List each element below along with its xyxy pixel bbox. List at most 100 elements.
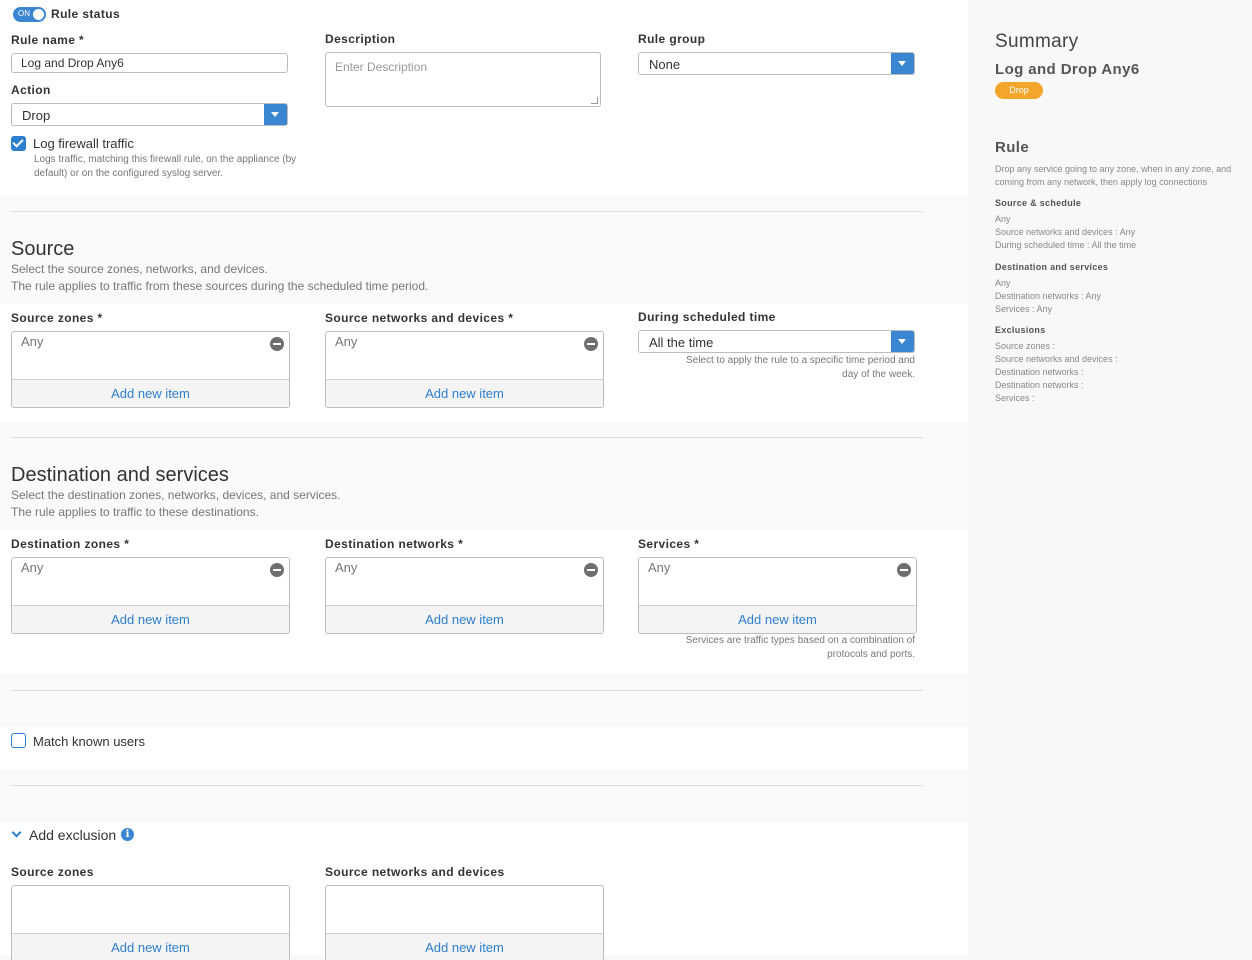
match-users-checkbox[interactable] (11, 733, 26, 748)
list-item: Any (21, 560, 44, 575)
summary-source-schedule-title: Source & schedule (995, 198, 1082, 208)
summary-line: Services : Any (995, 304, 1053, 314)
chevron-down-icon[interactable] (891, 53, 914, 74)
services-help-line1: Services are traffic types based on a co… (685, 635, 915, 646)
log-traffic-label: Log firewall traffic (33, 136, 134, 151)
users-band (0, 727, 968, 770)
add-new-item-button[interactable]: Add new item (326, 379, 603, 407)
summary-exclusions-title: Exclusions (995, 325, 1046, 335)
destination-networks-label: Destination networks * (325, 537, 464, 551)
services-help: Services are traffic types based on a co… (638, 634, 915, 662)
log-traffic-checkbox[interactable] (11, 136, 26, 151)
remove-icon[interactable] (270, 563, 284, 577)
schedule-label: During scheduled time (638, 310, 776, 324)
summary-destination-services-title: Destination and services (995, 262, 1109, 272)
schedule-help: Select to apply the rule to a specific t… (638, 354, 915, 382)
divider (11, 690, 923, 691)
rule-group-value: None (649, 57, 681, 72)
rule-status-toggle[interactable]: ON (13, 7, 46, 22)
source-desc-line1: Select the source zones, networks, and d… (11, 262, 268, 276)
exclusion-source-networks-label: Source networks and devices (325, 865, 505, 879)
add-exclusion-toggle[interactable]: Add exclusion (29, 827, 116, 843)
chevron-down-icon[interactable] (264, 104, 287, 125)
add-new-item-button[interactable]: Add new item (326, 605, 603, 633)
remove-icon[interactable] (897, 563, 911, 577)
destination-zones-label: Destination zones * (11, 537, 130, 551)
log-traffic-help-line1: Logs traffic, matching this firewall rul… (34, 154, 297, 165)
description-textarea[interactable]: Enter Description (325, 52, 601, 107)
source-networks-label: Source networks and devices * (325, 311, 514, 325)
add-new-item-button[interactable]: Add new item (12, 379, 289, 407)
toggle-on-text: ON (18, 9, 30, 18)
remove-icon[interactable] (270, 337, 284, 351)
rule-name-input[interactable]: Log and Drop Any6 (11, 53, 288, 73)
source-description: Select the source zones, networks, and d… (11, 261, 428, 294)
rule-status-label: Rule status (51, 7, 121, 21)
summary-line: Any (995, 214, 1011, 224)
source-desc-line2: The rule applies to traffic from these s… (11, 278, 429, 293)
schedule-value: All the time (649, 335, 714, 350)
services-list: Any Add new item (638, 557, 917, 634)
list-item: Any (335, 560, 358, 575)
summary-rule-heading: Rule (995, 139, 1030, 156)
divider (11, 437, 923, 438)
log-traffic-help: Logs traffic, matching this firewall rul… (34, 153, 296, 181)
summary-rule-description: Drop any service going to any zone, when… (995, 163, 1231, 189)
log-traffic-help-line2: default) or on the configured syslog ser… (34, 168, 223, 179)
rule-form: ON Rule status Rule name * Log and Drop … (0, 0, 968, 960)
destination-desc-line1: Select the destination zones, networks, … (11, 488, 341, 502)
action-select[interactable]: Drop (11, 103, 288, 126)
list-item: Any (21, 334, 44, 349)
summary-line: During scheduled time : All the time (995, 240, 1137, 250)
summary-line: Source networks and devices : Any (995, 227, 1136, 237)
action-value: Drop (22, 108, 51, 123)
summary-title: Summary (995, 31, 1079, 52)
summary-line: Destination networks : (995, 367, 1084, 377)
exclusion-source-networks-list: Add new item (325, 885, 604, 960)
destination-description: Select the destination zones, networks, … (11, 487, 341, 520)
schedule-select[interactable]: All the time (638, 330, 915, 353)
services-help-line2: protocols and ports. (827, 649, 915, 660)
add-new-item-button[interactable]: Add new item (326, 933, 603, 960)
rule-group-label: Rule group (638, 32, 706, 46)
add-new-item-button[interactable]: Add new item (12, 933, 289, 960)
list-item: Any (648, 560, 671, 575)
divider (11, 785, 923, 786)
list-item: Any (335, 334, 358, 349)
action-label: Action (11, 83, 51, 97)
summary-exclusions: Source zones : Source networks and devic… (995, 340, 1118, 405)
services-label: Services * (638, 537, 700, 551)
summary-destination-services: Any Destination networks : Any Services … (995, 277, 1101, 316)
summary-source-schedule: Any Source networks and devices : Any Du… (995, 213, 1136, 252)
source-networks-list: Any Add new item (325, 331, 604, 408)
summary-line: Destination networks : Any (995, 291, 1102, 301)
add-new-item-button[interactable]: Add new item (12, 605, 289, 633)
info-icon[interactable]: i (121, 828, 134, 841)
description-label: Description (325, 32, 396, 46)
exclusion-source-zones-label: Source zones (11, 865, 94, 879)
destination-title: Destination and services (11, 464, 229, 486)
schedule-help-line2: day of the week. (842, 369, 915, 380)
chevron-down-icon[interactable] (891, 331, 914, 352)
summary-panel: Summary Log and Drop Any6 Drop Rule Drop… (968, 0, 1252, 960)
source-zones-list: Any Add new item (11, 331, 290, 408)
summary-line: Any (995, 278, 1011, 288)
destination-desc-line2: The rule applies to traffic to these des… (11, 504, 259, 519)
summary-line: Services : (995, 393, 1035, 403)
divider (11, 211, 923, 212)
add-new-item-button[interactable]: Add new item (639, 605, 916, 633)
remove-icon[interactable] (584, 337, 598, 351)
resize-grip-icon[interactable] (591, 97, 598, 104)
remove-icon[interactable] (584, 563, 598, 577)
rule-group-select[interactable]: None (638, 52, 915, 75)
action-badge: Drop (995, 82, 1043, 99)
schedule-help-line1: Select to apply the rule to a specific t… (685, 355, 915, 366)
source-title: Source (11, 238, 75, 260)
destination-zones-list: Any Add new item (11, 557, 290, 634)
match-users-label: Match known users (33, 734, 145, 749)
exclusion-source-zones-list: Add new item (11, 885, 290, 960)
rule-desc-line2: coming from any network, then apply log … (995, 177, 1208, 187)
toggle-knob (33, 9, 44, 20)
description-placeholder: Enter Description (335, 60, 428, 74)
source-zones-label: Source zones * (11, 311, 103, 325)
